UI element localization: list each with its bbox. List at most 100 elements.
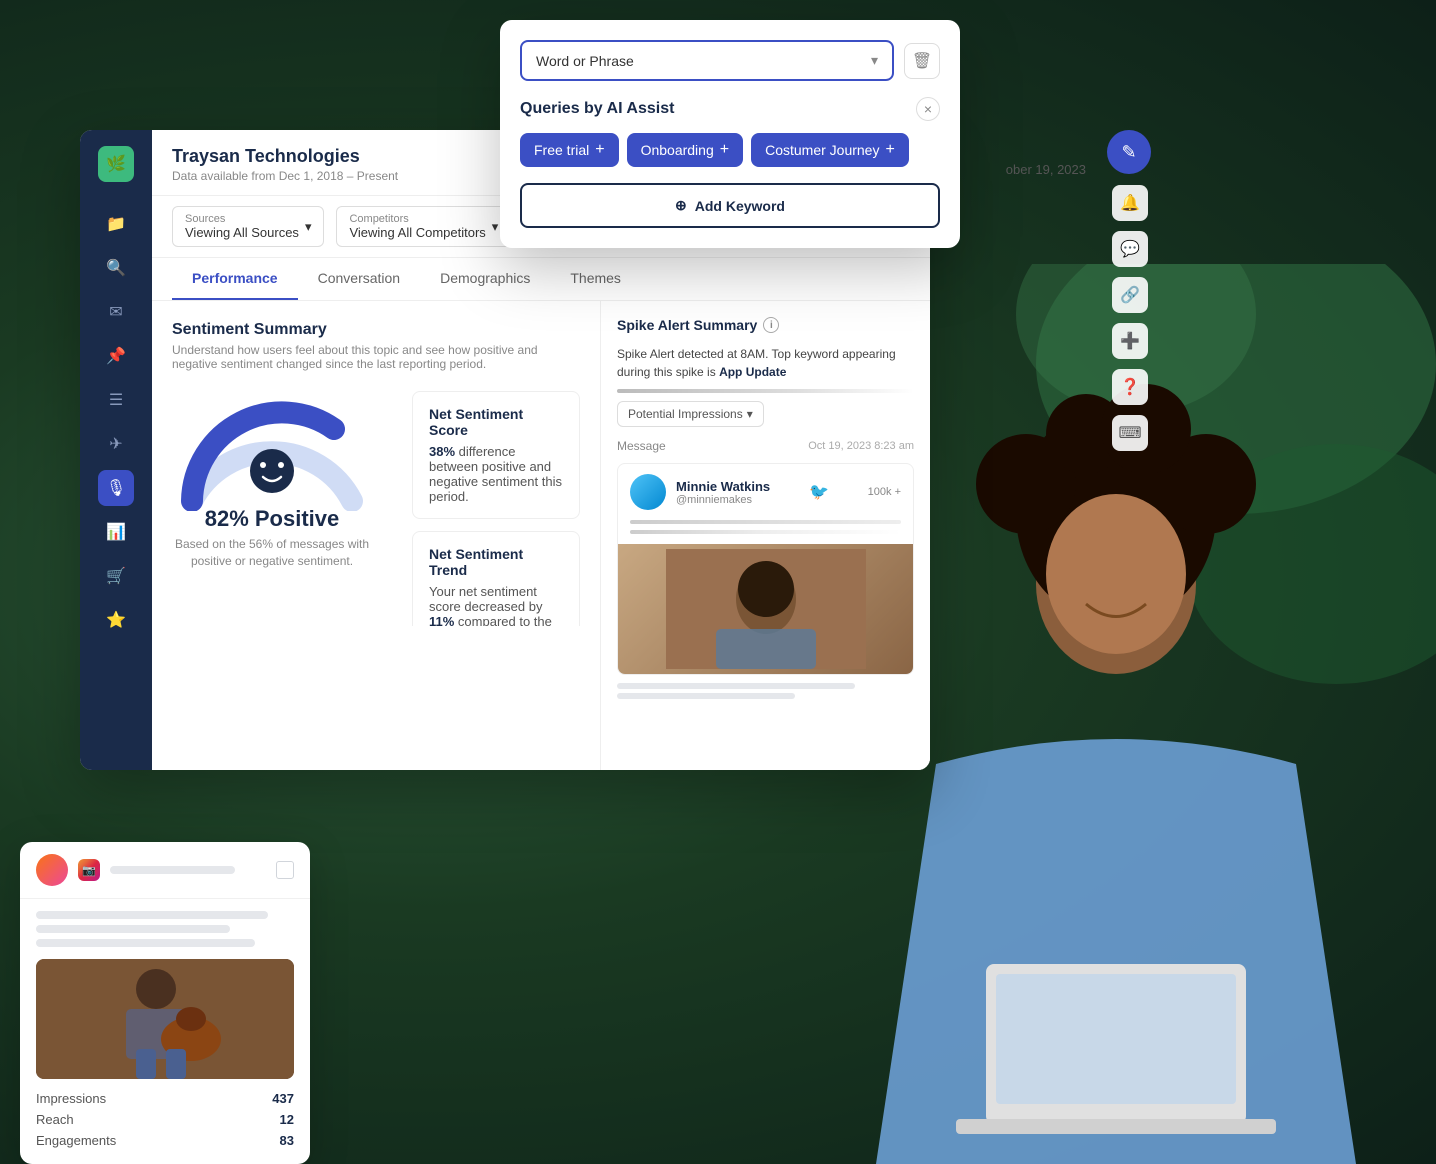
tweet-content-line1: [630, 520, 901, 524]
post-card: 📷 Impressions 437 Reach: [20, 842, 310, 1164]
tag-onboarding[interactable]: Onboarding +: [627, 133, 744, 167]
gauge-svg: [172, 391, 372, 511]
info-icon: i: [763, 317, 779, 333]
tag-free-trial[interactable]: Free trial +: [520, 133, 619, 167]
tag-onboarding-plus-icon: +: [720, 141, 729, 159]
sidebar: 🌿 📁 🔍 ✉ 📌 ☰ ✈ 🎙 📊 🛒 ⭐: [80, 130, 152, 770]
sentiment-summary-title: Sentiment Summary: [172, 321, 580, 339]
tag-costumer-journey-plus-icon: +: [885, 141, 894, 159]
engagements-value: 83: [280, 1133, 294, 1148]
tag-free-trial-label: Free trial: [534, 142, 589, 158]
queries-header: Queries by AI Assist ×: [520, 97, 940, 121]
edit-button[interactable]: ✎: [1107, 130, 1151, 174]
message-header: Message Oct 19, 2023 8:23 am: [617, 439, 914, 453]
keyword-popup: Word or Phrase ▾ 🗑 Queries by AI Assist …: [500, 20, 960, 248]
keyword-input-row: Word or Phrase ▾ 🗑: [520, 40, 940, 81]
logo[interactable]: 🌿: [98, 146, 134, 182]
sidebar-item-mail[interactable]: ✉: [98, 294, 134, 330]
impressions-row: Impressions 437: [36, 1091, 294, 1106]
sidebar-item-cart[interactable]: 🛒: [98, 558, 134, 594]
potential-impressions-dropdown[interactable]: Potential Impressions ▾: [617, 401, 764, 427]
add-keyword-label: Add Keyword: [695, 198, 785, 214]
divider: [617, 389, 914, 393]
add-icon[interactable]: ➕: [1112, 323, 1148, 359]
post-header-lines: [110, 866, 266, 874]
gauge-note: Based on the 56% of messages with positi…: [172, 536, 372, 570]
trash-button[interactable]: 🗑: [904, 43, 940, 79]
spike-alert-panel: Spike Alert Summary i Spike Alert detect…: [600, 301, 930, 770]
potential-impressions-chevron-icon: ▾: [747, 407, 753, 421]
keyword-input[interactable]: Word or Phrase ▾: [520, 40, 894, 81]
tabs: Performance Conversation Demographics Th…: [152, 258, 930, 301]
header-date: ober 19, 2023: [1006, 162, 1086, 177]
engagements-row: Engagements 83: [36, 1133, 294, 1148]
tab-performance[interactable]: Performance: [172, 258, 298, 300]
twitter-icon: 🐦: [809, 482, 829, 502]
impressions-value: 437: [272, 1091, 294, 1106]
competitors-filter[interactable]: Competitors Viewing All Competitors ▾: [336, 206, 511, 247]
tweet-user-info: Minnie Watkins @minniemakes: [676, 479, 770, 506]
net-score-card: Net Sentiment Score 38% difference betwe…: [412, 391, 580, 519]
net-score-desc: 38% difference between positive and nega…: [429, 444, 563, 504]
post-skeleton: [20, 899, 310, 959]
post-image: [36, 959, 294, 1079]
close-button[interactable]: ×: [916, 97, 940, 121]
impressions-label: Impressions: [36, 1091, 106, 1106]
net-trend-desc: Your net sentiment score decreased by 11…: [429, 584, 563, 626]
keyword-tags: Free trial + Onboarding + Costumer Journ…: [520, 133, 940, 167]
sidebar-item-audio[interactable]: 🎙: [98, 470, 134, 506]
tweet-content-line2: [630, 530, 901, 534]
sidebar-item-files[interactable]: 📁: [98, 206, 134, 242]
avatar: [630, 474, 666, 510]
tweet-card: Minnie Watkins @minniemakes 🐦 100k +: [617, 463, 914, 675]
tag-onboarding-label: Onboarding: [641, 142, 714, 158]
tab-demographics[interactable]: Demographics: [420, 258, 550, 300]
post-avatar: [36, 854, 68, 886]
post-card-header: 📷: [20, 842, 310, 899]
queries-title: Queries by AI Assist: [520, 100, 674, 118]
tag-costumer-journey-label: Costumer Journey: [765, 142, 879, 158]
reach-label: Reach: [36, 1112, 74, 1127]
post-stats: Impressions 437 Reach 12 Engagements 83: [20, 1091, 310, 1148]
net-score-title: Net Sentiment Score: [429, 406, 563, 438]
sidebar-item-pin[interactable]: 📌: [98, 338, 134, 374]
spike-text: Spike Alert detected at 8AM. Top keyword…: [617, 345, 914, 381]
net-trend-card: Net Sentiment Trend Your net sentiment s…: [412, 531, 580, 626]
engagements-label: Engagements: [36, 1133, 116, 1148]
sidebar-item-star[interactable]: ⭐: [98, 602, 134, 638]
message-icon[interactable]: 💬: [1112, 231, 1148, 267]
sidebar-item-chart[interactable]: 📊: [98, 514, 134, 550]
sidebar-item-search[interactable]: 🔍: [98, 250, 134, 286]
sources-filter[interactable]: Sources Viewing All Sources ▾: [172, 206, 324, 247]
spike-alert-title: Spike Alert Summary i: [617, 317, 914, 333]
link-icon[interactable]: 🔗: [1112, 277, 1148, 313]
tag-costumer-journey[interactable]: Costumer Journey +: [751, 133, 909, 167]
tweet-image: [618, 544, 913, 674]
tweet-overlay: [617, 683, 914, 699]
reach-row: Reach 12: [36, 1112, 294, 1127]
post-checkbox[interactable]: [276, 861, 294, 879]
sources-chevron-icon: ▾: [305, 219, 312, 235]
alert-icon[interactable]: 🔔: [1112, 185, 1148, 221]
keyboard-icon[interactable]: ⌨: [1112, 415, 1148, 451]
sentiment-container: 82% Positive Based on the 56% of message…: [172, 391, 580, 626]
right-sidebar-icons: 🔔 💬 🔗 ➕ ❓ ⌨: [1112, 185, 1148, 451]
help-icon[interactable]: ❓: [1112, 369, 1148, 405]
tab-conversation[interactable]: Conversation: [298, 258, 421, 300]
sidebar-item-send[interactable]: ✈: [98, 426, 134, 462]
gauge-wrapper: 82% Positive Based on the 56% of message…: [172, 391, 372, 626]
net-trend-title: Net Sentiment Trend: [429, 546, 563, 578]
sentiment-summary-desc: Understand how users feel about this top…: [172, 343, 580, 371]
trend-cards: Net Sentiment Score 38% difference betwe…: [412, 391, 580, 626]
competitors-chevron-icon: ▾: [492, 219, 499, 235]
logo-icon: 🌿: [106, 154, 126, 174]
content-area: Sentiment Summary Understand how users f…: [152, 301, 600, 626]
tab-themes[interactable]: Themes: [550, 258, 641, 300]
sidebar-item-list[interactable]: ☰: [98, 382, 134, 418]
reach-value: 12: [280, 1112, 294, 1127]
tweet-header: Minnie Watkins @minniemakes 🐦 100k +: [618, 464, 913, 520]
add-keyword-plus-icon: ⊕: [675, 197, 687, 214]
keyword-dropdown-icon: ▾: [871, 52, 878, 69]
tag-free-trial-plus-icon: +: [595, 141, 604, 159]
add-keyword-button[interactable]: ⊕ Add Keyword: [520, 183, 940, 228]
